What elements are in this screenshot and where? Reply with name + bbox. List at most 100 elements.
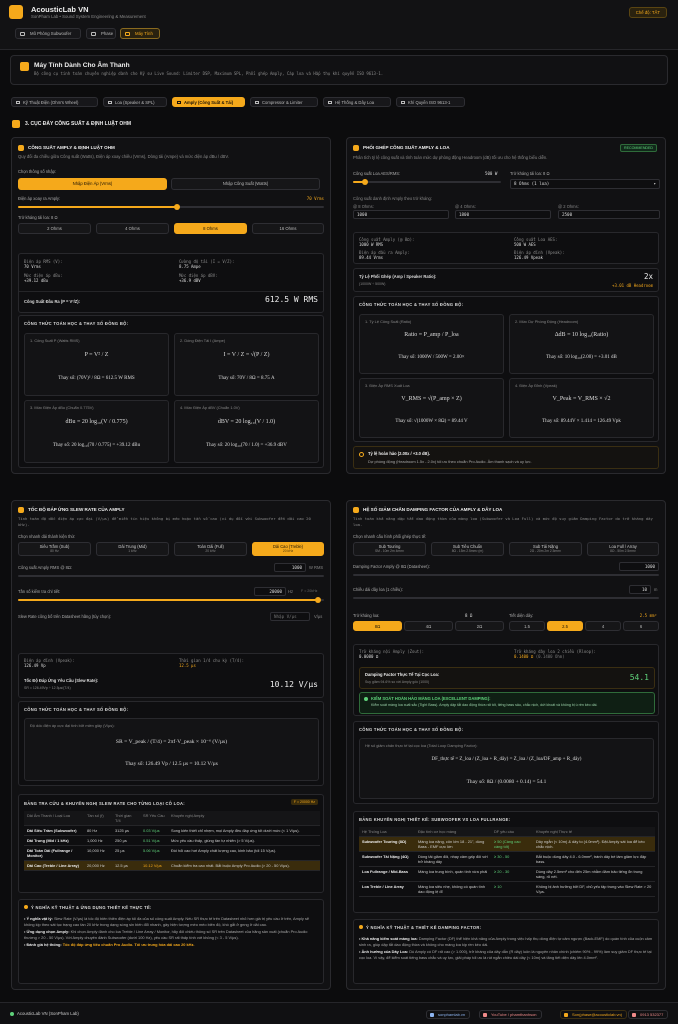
formula-card-title: 2. Dòng Điện Tải I (Ampe) xyxy=(180,338,226,343)
speaker-power-slider[interactable] xyxy=(353,179,501,185)
formula-substitution: Thay số: 8Ω / (0.0080 + 0.14) = 54.1 xyxy=(466,779,547,785)
cable-length-unit: m xyxy=(654,587,658,592)
button-label: 16 Ohms xyxy=(279,226,297,231)
note-item: • Khả năng kiểm soát màng loa: Damping F… xyxy=(359,936,653,947)
app-subtitle: SonPham Lab • Sound System Engineering &… xyxy=(31,14,146,19)
table-cell: 0.51 V/µs xyxy=(140,835,168,846)
panel-title: HỆ SỐ GIẢM CHẤN DAMPING FACTOR CỦA AMPLY… xyxy=(363,507,503,512)
ratio-label: Tỷ Lệ Phối Ghép (Amp / Speaker Ratio): xyxy=(359,274,437,279)
preset-label: Chọn nhanh cấu hình phối ghép thực tế: xyxy=(353,534,427,539)
formula-title: CÔNG THỨC TOÁN HỌC & THAY SỐ ĐỒNG BỘ: xyxy=(359,302,464,307)
phone-icon xyxy=(632,1013,636,1017)
status-dot-icon xyxy=(10,1012,14,1016)
voltage-value: 70 Vrms xyxy=(306,196,324,201)
result-item: Thời gian 1/4 chu kỳ (T/4): 12.5 µs xyxy=(179,658,245,668)
email-link[interactable]: Son(phase@acousticlab.vn) xyxy=(560,1010,628,1019)
youtube-link[interactable]: YouTube / phamthanhson xyxy=(479,1010,542,1019)
category-cable[interactable]: Hệ Thống & Dây Loa xyxy=(323,97,391,107)
impedance-4-button[interactable]: 4Ω xyxy=(404,621,453,631)
slider-handle[interactable] xyxy=(174,204,181,210)
notes-list: • Khả năng kiểm soát màng loa: Damping F… xyxy=(359,936,655,962)
ohm-results: Điện áp RMS (V): 70 Vrms Cường độ tải (I … xyxy=(18,253,324,313)
amplifier-icon xyxy=(18,145,24,151)
category-atmosphere[interactable]: Khí Quyển ISO 9613-1 xyxy=(396,97,465,107)
cable-length-slider[interactable] xyxy=(353,597,659,599)
note-item: • Đánh giá hệ thống: Tốc độ đáp ứng tiêu… xyxy=(24,942,195,948)
impedance-8ohm-button[interactable]: 8 Ohms xyxy=(174,223,247,234)
impedance-16ohm-button[interactable]: 16 Ohms xyxy=(252,223,324,234)
power-slider[interactable] xyxy=(18,575,324,577)
frequency-input[interactable]: 20000 xyxy=(254,587,286,596)
datasheet-input[interactable] xyxy=(270,612,310,621)
ohm-formula-box: CÔNG THỨC TOÁN HỌC & THAY SỐ ĐỒNG BỘ: 1.… xyxy=(18,315,324,468)
table-cell: 0.03 V/µs xyxy=(140,825,168,836)
calculator-icon xyxy=(125,32,130,36)
category-label: Khí Quyển ISO 9613-1 xyxy=(408,100,451,105)
notes-title: Ý NGHĨA KỸ THUẬT & ỨNG DỤNG THIẾT KẾ THỰ… xyxy=(31,905,152,910)
damping-value: 54.1 xyxy=(629,673,649,682)
impedance-select[interactable]: 8 Ohms (1 loa) ▾ xyxy=(510,179,660,189)
band-full-button[interactable]: Toàn Dải (Full) 20 kHz xyxy=(174,542,247,556)
cable-length-input[interactable]: 10 xyxy=(629,585,651,594)
amp-4ohm-input[interactable]: 1800 xyxy=(455,210,551,219)
slider-fill xyxy=(18,599,318,601)
chevron-down-icon: ▾ xyxy=(653,181,656,186)
section-1-5-button[interactable]: 1.5 xyxy=(509,621,545,631)
preset-touring-button[interactable]: Sub Touring SM - 10m 2m 4mm² xyxy=(353,542,426,556)
damping-value-box: Damping Factor Thực Tế Tại Cọc Loa: Suy … xyxy=(359,667,655,689)
section-4-button[interactable]: 4 xyxy=(585,621,621,631)
band-treble-button[interactable]: Dải Cao (Treble) 20 kHz xyxy=(252,542,324,556)
amp-8ohm-input[interactable]: 1000 xyxy=(353,210,449,219)
bolt-icon xyxy=(16,101,20,104)
preset-standard-button[interactable]: Sub Tiêu Chuẩn 8Ω - 15m 2.5mm² (m) xyxy=(431,542,504,556)
category-compressor[interactable]: Compressor & Limiter xyxy=(250,97,318,107)
section-6-button[interactable]: 6 xyxy=(623,621,659,631)
mode-voltage-button[interactable]: Nhập Điện Áp (Vrms) xyxy=(18,178,167,190)
table-cell: 10,000 Hz xyxy=(84,845,112,861)
band-mid-button[interactable]: Dải Trung (Mid) 1 kHz xyxy=(96,542,169,556)
phone-link[interactable]: 0913 532377 xyxy=(628,1010,669,1019)
waveform-icon xyxy=(18,507,24,513)
slider-handle[interactable] xyxy=(361,179,368,185)
slider-handle[interactable] xyxy=(314,597,321,603)
tab-label: Máy Tính xyxy=(135,31,153,36)
formula-title: CÔNG THỨC TOÁN HỌC & THAY SỐ ĐỒNG BỘ: xyxy=(24,707,129,712)
preset-full-button[interactable]: Loa Full / Array 8Ω - 50m 2.5mm² xyxy=(587,542,659,556)
tab-calculator[interactable]: Máy Tính xyxy=(120,28,160,39)
impedance-8-button[interactable]: 8Ω xyxy=(353,621,402,631)
damping-status-title: KIỂM SOÁT HOÀN HẢO MÀNG LOA (EXCELLENT D… xyxy=(371,696,491,701)
footer: AcousticLab VN (SonPham Lab) sonphamlab.… xyxy=(0,1002,678,1024)
section-2-5-button[interactable]: 2.5 xyxy=(547,621,583,631)
category-ohm[interactable]: Kỹ Thuật Điện (Ohm's Wheel) xyxy=(11,97,98,107)
formula-card: 4. Mức Điện Áp dBV (Chuẩn 1.0V) dBV = 20 … xyxy=(174,400,319,463)
impedance-2-button[interactable]: 2Ω xyxy=(455,621,504,631)
impedance-4ohm-button[interactable]: 4 Ohms xyxy=(96,223,169,234)
category-speaker[interactable]: Loa (Speaker & SPL) xyxy=(103,97,167,107)
mode-toggle-button[interactable]: Chế độ: TẮT xyxy=(628,7,667,18)
preset-heavy-button[interactable]: Sub Tải Nặng 2Ω - 20m 2m 2.5mm² xyxy=(509,542,582,556)
amp-2ohm-input[interactable]: 2500 xyxy=(558,210,660,219)
category-amply[interactable]: Amply (Công Suất & Tải) xyxy=(172,97,245,107)
table-cell: 80 Hz xyxy=(84,825,112,836)
impedance-2ohm-button[interactable]: 2 Ohms xyxy=(18,223,91,234)
amp-df-slider[interactable] xyxy=(353,574,659,576)
power-input[interactable]: 1000 xyxy=(274,563,306,572)
table-cell: Dòng tải giảm đôi, nhạy cảm gấp đôi với … xyxy=(415,851,491,867)
band-sub-button[interactable]: Siêu Trầm (Sub) 80 Hz xyxy=(18,542,91,556)
voltage-slider[interactable] xyxy=(18,204,324,210)
mode-power-button[interactable]: Nhập Công Suất (Watts) xyxy=(171,178,320,190)
amp-rating-label: Công suất danh định Amply theo trở kháng… xyxy=(353,196,432,201)
formula-substitution: Thay số: 20 log₁₀(70 / 1.0) = +36.9 dBV xyxy=(206,443,287,448)
table-cell: Subwoofer Tải Nặng (4Ω) xyxy=(359,851,415,867)
website-link[interactable]: sonphamlab.vn xyxy=(426,1010,471,1019)
tab-phase[interactable]: Phase xyxy=(86,28,116,39)
app-logo-icon xyxy=(9,5,23,19)
table-cell: Dải Toàn Dải (Fullrange / Monitor) xyxy=(24,845,84,861)
category-label: Kỹ Thuật Điện (Ohm's Wheel) xyxy=(23,100,79,105)
cable-icon xyxy=(328,101,332,104)
frequency-slider[interactable] xyxy=(18,597,324,603)
youtube-icon xyxy=(483,1013,487,1017)
amp-df-input[interactable]: 1000 xyxy=(619,562,659,571)
tab-subwoofer[interactable]: Mô Phỏng Subwoofer xyxy=(15,28,81,39)
table-cell: Dải Siêu Trầm (Subwoofer) xyxy=(24,825,84,836)
